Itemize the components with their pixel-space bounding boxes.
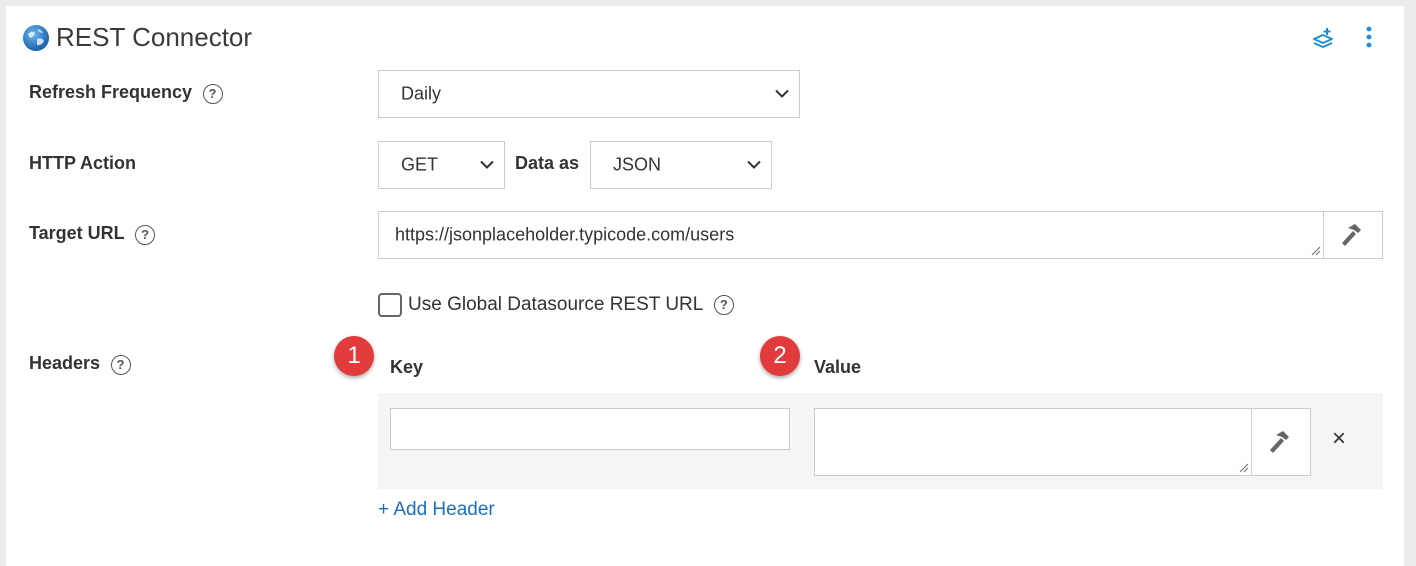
global-datasource-checkbox[interactable]	[378, 293, 402, 317]
target-url-label: Target URL	[29, 223, 125, 243]
data-as-select[interactable]: JSON	[590, 141, 772, 189]
headers-row: Headers ?	[29, 353, 131, 375]
headers-label: Headers	[29, 353, 101, 373]
http-action-select[interactable]: GET	[378, 141, 505, 189]
refresh-frequency-row: Refresh Frequency ?	[29, 82, 223, 104]
layers-add-icon[interactable]	[1312, 26, 1334, 50]
hammer-icon	[1270, 431, 1289, 453]
page-title: REST Connector	[56, 22, 253, 52]
remove-header-icon[interactable]: ×	[1332, 427, 1346, 451]
global-datasource-label: Use Global Datasource REST URL	[408, 294, 703, 315]
help-icon[interactable]: ?	[110, 354, 131, 375]
target-url-builder-button[interactable]	[1323, 211, 1383, 259]
key-column-header: Key	[390, 357, 424, 377]
target-url-input[interactable]: https://jsonplaceholder.typicode.com/use…	[378, 211, 1324, 259]
refresh-frequency-label: Refresh Frequency	[29, 82, 193, 102]
http-action-label: HTTP Action	[29, 153, 136, 173]
globe-icon	[23, 25, 49, 51]
refresh-frequency-select[interactable]: Daily	[378, 70, 800, 118]
help-icon[interactable]: ?	[202, 83, 223, 104]
refresh-frequency-value: Daily	[401, 83, 442, 104]
resize-grip-icon[interactable]	[1237, 461, 1249, 473]
header-value-input[interactable]	[814, 408, 1252, 476]
target-url-row: Target URL ?	[29, 223, 156, 245]
http-action-row: HTTP Action	[29, 153, 136, 174]
data-as-value: JSON	[613, 154, 662, 175]
chevron-down-icon	[747, 160, 761, 169]
annotation-badge-1: 1	[334, 336, 374, 376]
value-column-header: Value	[814, 357, 862, 377]
http-action-value: GET	[401, 154, 439, 175]
help-icon[interactable]: ?	[135, 224, 156, 245]
rest-connector-card: REST Connector Refresh Frequency ? Daily…	[6, 6, 1404, 566]
chevron-down-icon	[775, 89, 789, 98]
resize-grip-icon[interactable]	[1309, 244, 1321, 256]
global-datasource-row: Use Global Datasource REST URL ?	[408, 294, 734, 316]
header-value-builder-button[interactable]	[1251, 408, 1311, 476]
chevron-down-icon	[480, 160, 494, 169]
target-url-value: https://jsonplaceholder.typicode.com/use…	[395, 224, 735, 245]
more-menu-icon[interactable]	[1362, 25, 1376, 49]
annotation-badge-2: 2	[760, 336, 800, 376]
add-header-link[interactable]: + Add Header	[378, 499, 495, 521]
data-as-label: Data as	[515, 153, 580, 173]
help-icon[interactable]: ?	[713, 294, 734, 315]
header-key-input[interactable]	[390, 408, 790, 450]
hammer-icon	[1342, 224, 1361, 246]
